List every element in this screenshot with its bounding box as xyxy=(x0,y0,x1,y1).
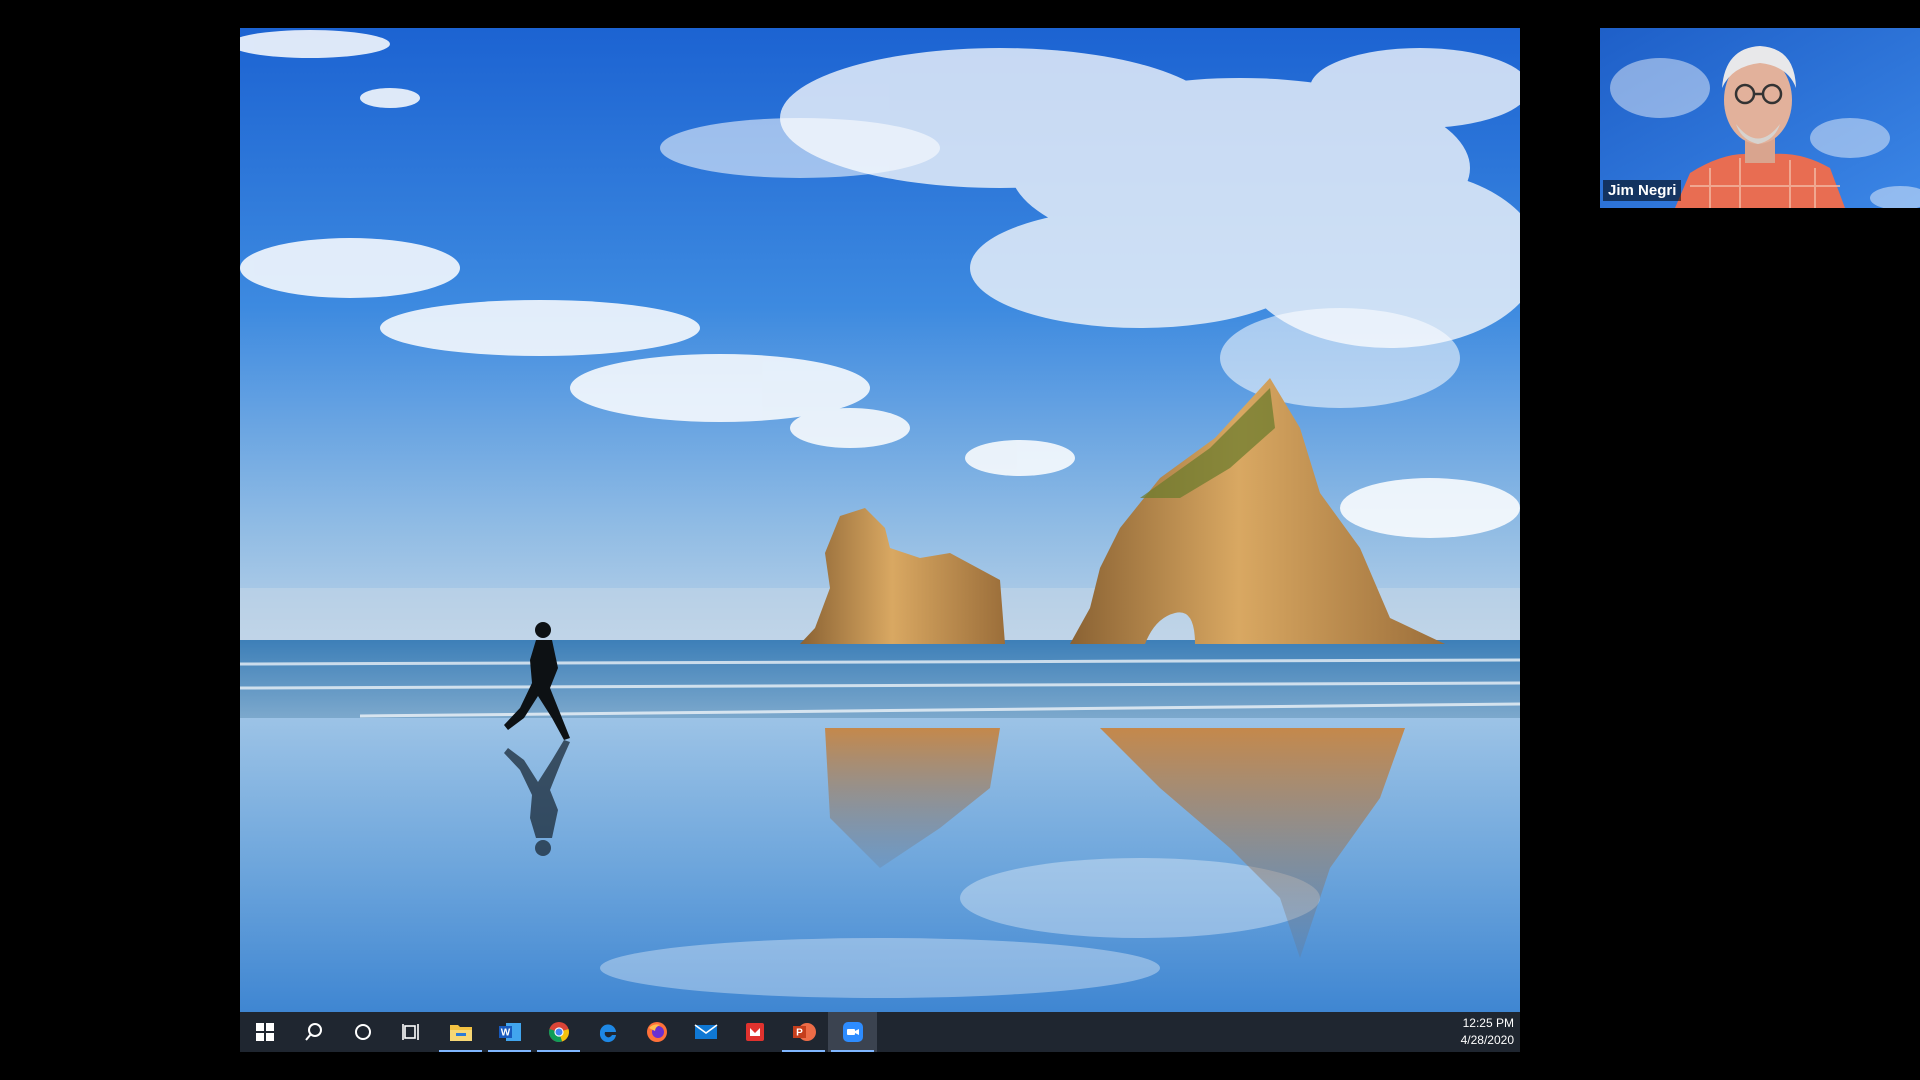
taskbar-firefox[interactable] xyxy=(632,1012,681,1052)
file-explorer-icon xyxy=(449,1025,472,1041)
taskbar-zoom[interactable] xyxy=(828,1012,877,1052)
taskbar: W P 12:25 PM 4/28/2020 xyxy=(240,1012,1520,1052)
task-view-button[interactable] xyxy=(387,1012,436,1052)
taskbar-red-app[interactable] xyxy=(730,1012,779,1052)
search-icon xyxy=(304,1023,322,1041)
firefox-icon xyxy=(646,1022,667,1042)
taskbar-spacer xyxy=(877,1012,1444,1052)
taskbar-word[interactable]: W xyxy=(485,1012,534,1052)
taskbar-edge[interactable] xyxy=(583,1012,632,1052)
cortana-circle-icon xyxy=(354,1024,371,1040)
chrome-icon xyxy=(548,1022,569,1042)
clock-time: 12:25 PM xyxy=(1462,1016,1514,1030)
search-button[interactable] xyxy=(289,1012,338,1052)
red-app-icon xyxy=(745,1023,764,1041)
taskbar-powerpoint[interactable]: P xyxy=(779,1012,828,1052)
system-clock[interactable]: 12:25 PM 4/28/2020 xyxy=(1444,1012,1520,1052)
zoom-icon xyxy=(842,1022,863,1042)
svg-text:W: W xyxy=(500,1028,510,1039)
shared-screen: W P 12:25 PM 4/28/2020 xyxy=(240,28,1520,1052)
powerpoint-icon: P xyxy=(792,1023,816,1041)
svg-text:P: P xyxy=(796,1028,803,1039)
edge-icon xyxy=(599,1024,616,1043)
participant-name-label: Jim Negri xyxy=(1603,180,1682,201)
participant-video-tile[interactable]: Jim Negri xyxy=(1600,28,1920,208)
cortana-button[interactable] xyxy=(338,1012,387,1052)
taskbar-mail[interactable] xyxy=(681,1012,730,1052)
desktop-wallpaper xyxy=(240,28,1520,1012)
start-button[interactable] xyxy=(240,1012,289,1052)
windows-start-icon xyxy=(255,1023,274,1041)
taskbar-chrome[interactable] xyxy=(534,1012,583,1052)
taskbar-file-explorer[interactable] xyxy=(436,1012,485,1052)
task-view-icon xyxy=(401,1024,419,1040)
mail-icon xyxy=(694,1024,717,1039)
word-icon: W xyxy=(498,1023,521,1041)
clock-date: 4/28/2020 xyxy=(1460,1033,1514,1047)
